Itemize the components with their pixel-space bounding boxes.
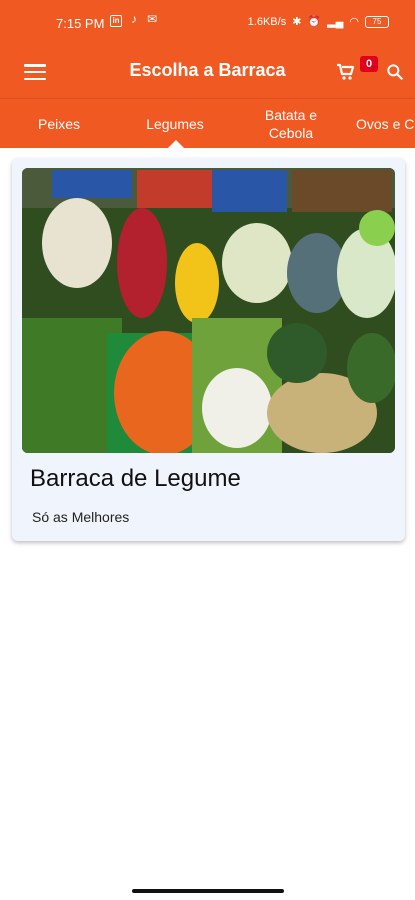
wifi-icon: ◠ [349, 16, 359, 28]
card-subtitle: Só as Melhores [32, 509, 130, 525]
stall-card[interactable]: Barraca de Legume Só as Melhores [12, 158, 405, 541]
cart-count-badge: 0 [360, 56, 378, 72]
linkedin-icon: in [110, 15, 122, 27]
app-bar: Escolha a Barraca 0 [0, 48, 415, 98]
tab-label: Ovos e C [356, 116, 415, 132]
tab-label: Peixes [37, 116, 81, 132]
cart-icon[interactable] [334, 60, 358, 84]
signal-icon: ▂▄ [327, 16, 344, 28]
network-speed: 1.6KB/s [247, 15, 287, 28]
status-time: 7:15 PM [56, 16, 105, 31]
category-tabs: Peixes Legumes Batata e Cebola Ovos e C [0, 98, 415, 148]
tab-ovos[interactable]: Ovos e C [356, 99, 415, 148]
tiktok-icon: ♪ [131, 12, 137, 26]
tab-label: Batata e Cebola [264, 107, 318, 141]
tab-batata-e-cebola[interactable]: Batata e Cebola [255, 99, 327, 148]
status-bar: 7:15 PM in ♪ ✉ 1.6KB/s ✱ ⏰ ▂▄ ◠ 75 [0, 0, 415, 48]
battery-icon: 75 [365, 15, 389, 28]
alarm-icon: ⏰ [307, 16, 322, 28]
vegetable-stall-image [22, 168, 395, 453]
bluetooth-icon: ✱ [292, 16, 302, 28]
card-title: Barraca de Legume [30, 465, 241, 492]
status-notification-icons: in ♪ ✉ [110, 12, 158, 27]
search-icon[interactable] [385, 62, 405, 82]
selected-tab-indicator [168, 140, 184, 148]
tab-label: Legumes [146, 116, 204, 132]
mail-icon: ✉ [146, 12, 158, 26]
status-right: 1.6KB/s ✱ ⏰ ▂▄ ◠ 75 [248, 15, 389, 28]
home-indicator[interactable] [132, 889, 284, 893]
tab-peixes[interactable]: Peixes [14, 99, 104, 148]
